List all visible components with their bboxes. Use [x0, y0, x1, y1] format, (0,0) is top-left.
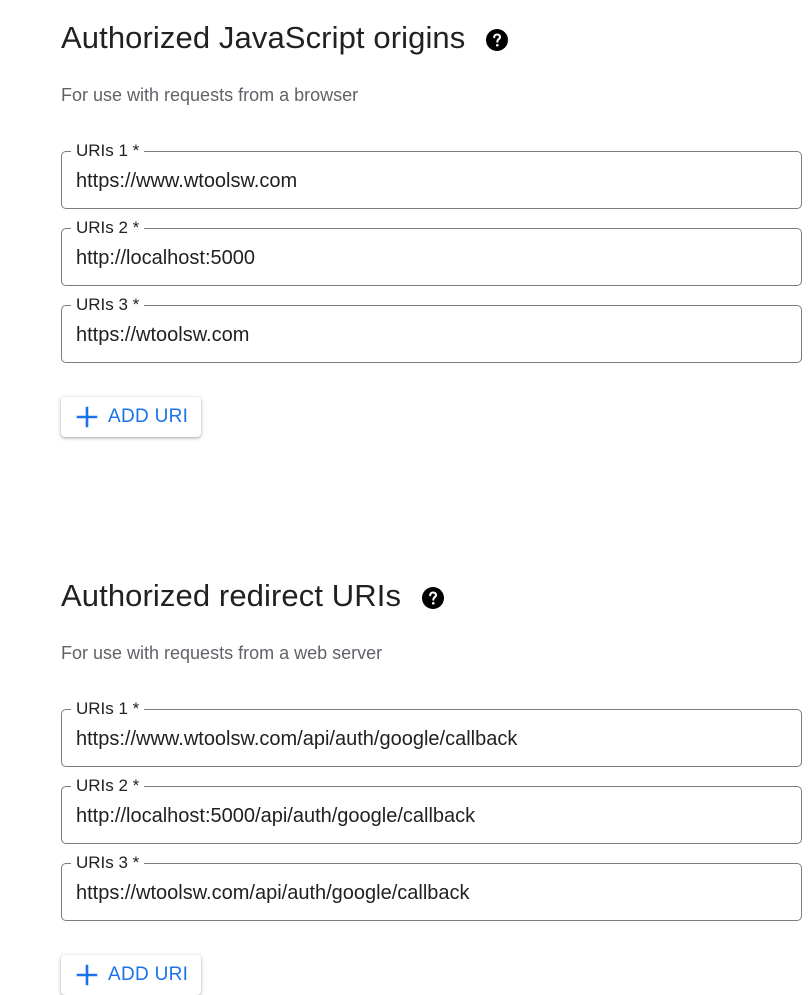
js-origins-field-list: URIs 1 * URIs 2 * URIs 3 *: [61, 140, 802, 363]
uri-input[interactable]: [76, 169, 787, 193]
add-js-origin-button[interactable]: ADD URI: [61, 397, 202, 437]
plus-icon: [76, 964, 98, 986]
js-origins-section: Authorized JavaScript origins For use wi…: [61, 0, 802, 437]
js-origin-uri-field-2[interactable]: URIs 2 *: [61, 217, 802, 286]
uri-field-label: URIs 1 *: [71, 698, 145, 720]
redirect-uri-field-1[interactable]: URIs 1 *: [61, 698, 802, 767]
js-origins-header: Authorized JavaScript origins: [61, 0, 802, 58]
redirect-uri-field-2[interactable]: URIs 2 *: [61, 775, 802, 844]
help-icon[interactable]: [421, 586, 445, 610]
uri-field-label: URIs 2 *: [71, 775, 145, 797]
redirect-uri-field-3[interactable]: URIs 3 *: [61, 852, 802, 921]
uri-field-label: URIs 1 *: [71, 140, 145, 162]
redirect-uris-section: Authorized redirect URIs For use with re…: [61, 558, 802, 995]
add-redirect-uri-button[interactable]: ADD URI: [61, 955, 202, 995]
js-origin-uri-field-3[interactable]: URIs 3 *: [61, 294, 802, 363]
js-origins-title: Authorized JavaScript origins: [61, 20, 466, 55]
plus-icon: [76, 406, 98, 428]
add-button-label: ADD URI: [108, 406, 189, 427]
uri-field-label: URIs 3 *: [71, 852, 145, 874]
uri-input[interactable]: [76, 804, 787, 828]
redirect-uris-description: For use with requests from a web server: [61, 643, 383, 663]
redirect-uris-field-list: URIs 1 * URIs 2 * URIs 3 *: [61, 698, 802, 921]
js-origin-uri-field-1[interactable]: URIs 1 *: [61, 140, 802, 209]
js-origins-description: For use with requests from a browser: [61, 85, 359, 105]
uri-field-label: URIs 2 *: [71, 217, 145, 239]
uri-input[interactable]: [76, 246, 787, 270]
add-button-label: ADD URI: [108, 964, 189, 985]
help-icon[interactable]: [485, 28, 509, 52]
redirect-uris-header: Authorized redirect URIs: [61, 558, 802, 616]
uri-field-label: URIs 3 *: [71, 294, 145, 316]
uri-input[interactable]: [76, 323, 787, 347]
uri-input[interactable]: [76, 727, 787, 751]
uri-input[interactable]: [76, 881, 787, 905]
redirect-uris-title: Authorized redirect URIs: [61, 578, 402, 613]
